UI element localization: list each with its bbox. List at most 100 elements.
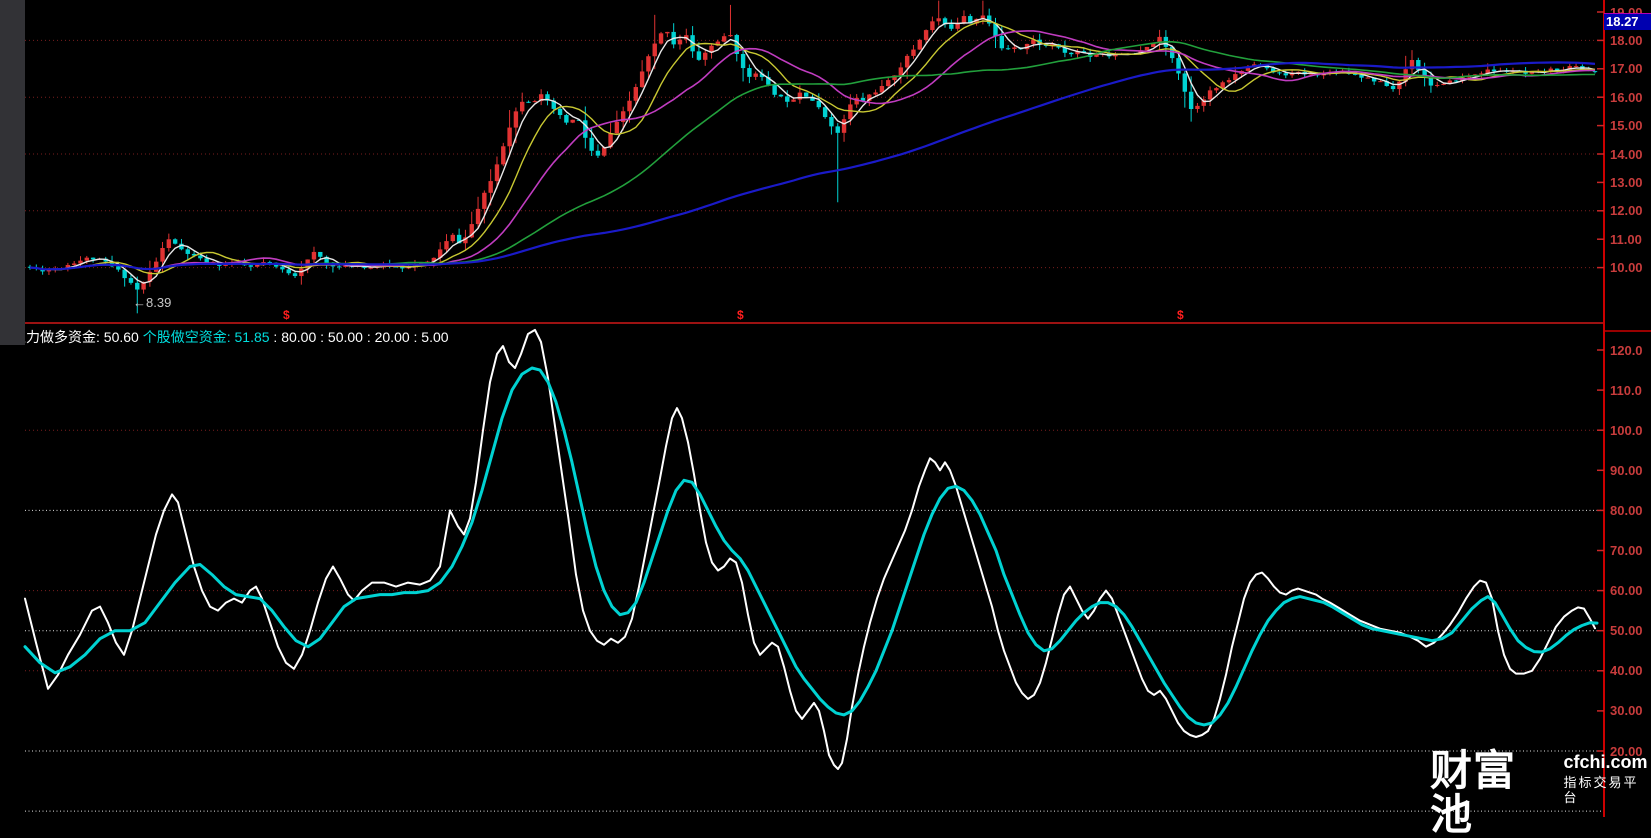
- candle-body: [557, 108, 563, 116]
- candle-body: [532, 101, 538, 103]
- indicator-label-part-0: 主力做多资金: 50.60: [12, 329, 139, 345]
- candle-body: [633, 87, 639, 101]
- candle-body: [1233, 74, 1238, 81]
- candle-body: [1365, 77, 1371, 79]
- candle-body: [488, 181, 493, 193]
- candle-body: [513, 111, 519, 128]
- bottom-axis-label: 40.00: [1610, 663, 1643, 679]
- top-axis-label: 16.00: [1610, 89, 1643, 105]
- candle-body: [652, 43, 657, 57]
- ma-yellow: [29, 20, 1595, 275]
- candle-body: [564, 115, 569, 123]
- bottom-axis-label: 110.0: [1610, 382, 1642, 398]
- candle-body: [570, 119, 575, 123]
- top-axis-label: 15.00: [1610, 118, 1643, 134]
- bottom-axis-label: 100.0: [1610, 422, 1643, 438]
- stock-chart-app: 19.00 18.00 17.00 16.00 15.00 14.00 13.00 12.00…: [0, 0, 1651, 837]
- candle-body: [772, 84, 777, 95]
- indicator-line-1: [23, 366, 1599, 727]
- candle-body: [368, 267, 373, 269]
- candle-body: [898, 67, 904, 76]
- candle-body: [1195, 105, 1200, 110]
- last-price-value: 18.27: [1606, 14, 1639, 29]
- watermark-right-block: cfchi.com 指标交易平台: [1563, 753, 1651, 806]
- candle-body: [494, 164, 500, 182]
- candle-body: [1144, 46, 1150, 51]
- candle-body: [589, 137, 594, 151]
- candle-body: [829, 117, 834, 127]
- top-axis-label: 12.00: [1610, 203, 1643, 219]
- candle-body: [520, 101, 525, 112]
- candle-body: [1453, 80, 1459, 82]
- candle-body: [1012, 47, 1017, 49]
- candle-body: [614, 121, 620, 134]
- candle-body: [803, 92, 809, 97]
- chart-canvas[interactable]: [0, 0, 1651, 817]
- candle-body: [71, 263, 77, 265]
- candle-body: [526, 101, 531, 103]
- bottom-axis-label: 70.00: [1610, 543, 1643, 558]
- candle-body: [1592, 71, 1598, 73]
- candle-body: [1005, 48, 1011, 50]
- candle-body: [154, 261, 159, 272]
- candle-body: [482, 192, 487, 209]
- candle-body: [677, 39, 683, 45]
- bottom-axis-label: 90.00: [1610, 462, 1643, 478]
- candle-body: [785, 96, 790, 102]
- bottom-axis-label: 120.0: [1610, 342, 1643, 358]
- candle-body: [1441, 83, 1446, 85]
- candle-body: [721, 36, 727, 42]
- bottom-axis-label: 30.00: [1610, 703, 1643, 719]
- top-axis-label: 10.00: [1610, 260, 1643, 276]
- candle-body: [1378, 81, 1383, 83]
- candle-body: [936, 18, 941, 22]
- candle-body: [185, 249, 190, 254]
- dollar-marker-icon: $: [283, 308, 290, 322]
- indicator-parameter-row: 主力做多资金: 50.60 个股做空资金: 51.85 : 80.00 : 50…: [12, 329, 449, 345]
- candle-body: [639, 71, 645, 88]
- candle-body: [841, 119, 847, 133]
- watermark: 财富池 cfchi.com 指标交易平台: [1430, 749, 1651, 837]
- candle-body: [444, 241, 449, 250]
- top-axis-label: 14.00: [1610, 146, 1643, 162]
- bottom-axis-label: 50.00: [1610, 623, 1643, 639]
- candle-body: [595, 150, 601, 156]
- candle-body: [166, 239, 172, 249]
- candle-body: [1214, 88, 1219, 91]
- candle-body: [90, 257, 96, 260]
- watermark-brand: 财富池: [1430, 747, 1517, 838]
- candle-body: [1188, 91, 1194, 110]
- indicator-label-part-2: : 80.00 : 50.00 : 20.00 : 5.00: [269, 329, 449, 345]
- candle-body: [198, 255, 203, 259]
- dollar-marker-icon: $: [1177, 308, 1184, 322]
- watermark-tagline: 指标交易平台: [1563, 775, 1639, 805]
- candle-body: [311, 251, 317, 260]
- candle-body: [172, 239, 178, 244]
- candle-body: [337, 266, 342, 268]
- candle-body: [1277, 72, 1282, 74]
- top-axis-label: 17.00: [1610, 61, 1643, 77]
- candle-body: [778, 94, 784, 97]
- candle-body: [848, 104, 853, 120]
- top-axis-label: 18.00: [1610, 32, 1643, 48]
- candle-body: [135, 282, 140, 290]
- candle-body: [1491, 69, 1497, 72]
- bottom-axis-label: 80.00: [1610, 502, 1643, 518]
- left-window-edge: [0, 0, 25, 345]
- candle-body: [1226, 80, 1232, 83]
- candle-body: [917, 39, 922, 50]
- candle-body: [1176, 58, 1181, 74]
- candle-body: [658, 33, 664, 44]
- candle-body: [949, 24, 954, 29]
- candle-body: [822, 107, 828, 118]
- candle-body: [740, 54, 746, 69]
- candle-body: [160, 248, 165, 262]
- ma-magenta: [29, 30, 1596, 271]
- indicator-label-part-1: 个股做空资金: 51.85: [138, 329, 270, 345]
- candle-body: [904, 55, 910, 68]
- candle-body: [696, 51, 702, 60]
- candle-body: [886, 80, 891, 87]
- candle-body: [728, 35, 733, 37]
- candle-body: [646, 56, 651, 72]
- bottom-axis-label: 60.00: [1610, 583, 1643, 599]
